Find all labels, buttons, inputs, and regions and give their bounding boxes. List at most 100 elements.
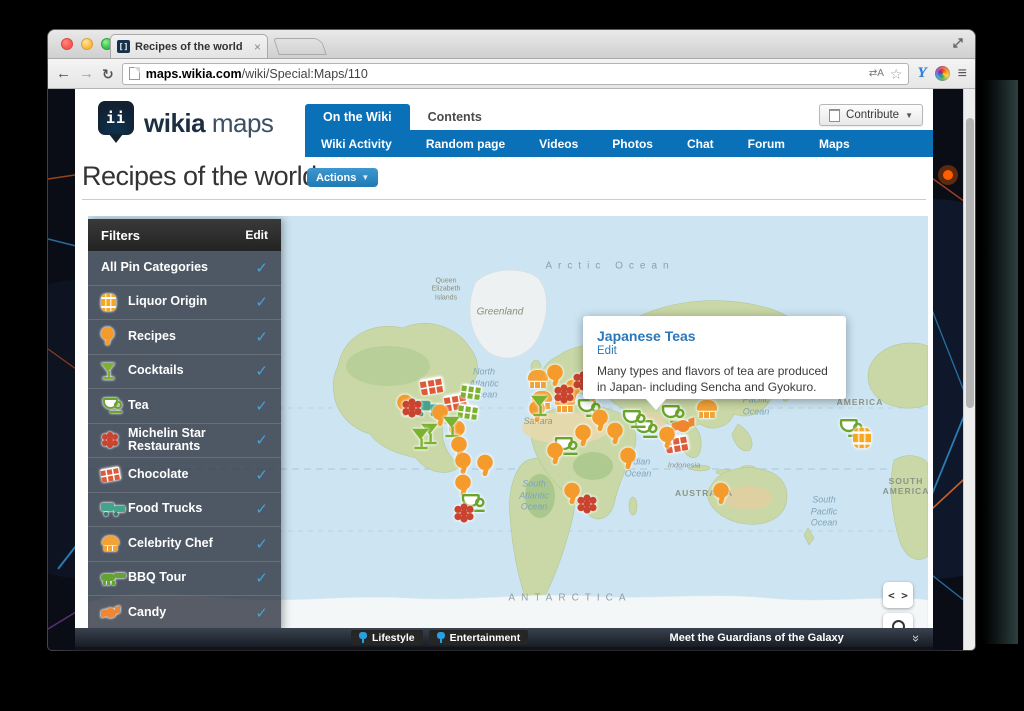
truck-icon [101, 502, 121, 516]
tea-map-pin[interactable] [620, 410, 645, 428]
filter-row-candy[interactable]: Candy✓ [88, 596, 281, 631]
pin-map-pin[interactable] [620, 448, 636, 471]
chef-map-pin[interactable] [696, 400, 719, 418]
wikia-maps-favicon-icon: [] [117, 40, 130, 53]
close-window-button[interactable] [61, 38, 73, 50]
browser-titlebar: [] Recipes of the world × [48, 30, 975, 59]
map-canvas[interactable]: Arctic OceanQueen Elizabeth IslandsGreen… [88, 216, 928, 631]
blue-pin-icon [359, 632, 367, 643]
filter-row-tea[interactable]: Tea✓ [88, 389, 281, 424]
nav-item-videos[interactable]: Videos [539, 137, 578, 151]
cocktail-icon [101, 363, 116, 380]
michelin-map-pin[interactable] [583, 500, 590, 507]
candy-map-pin[interactable] [672, 419, 695, 433]
actions-button[interactable]: Actions ▼ [307, 168, 378, 187]
pin-map-pin[interactable] [592, 410, 608, 433]
text-size-icon[interactable]: ⇄A [869, 68, 884, 79]
check-icon[interactable]: ✓ [255, 466, 268, 484]
filter-row-michelin-star-restaurants[interactable]: Michelin Star Restaurants✓ [88, 424, 281, 459]
check-icon[interactable]: ✓ [255, 328, 268, 346]
browser-menu-icon[interactable]: ≡ [958, 66, 967, 82]
browser-tab[interactable]: [] Recipes of the world × [110, 34, 268, 58]
fullscreen-expand-icon[interactable] [951, 36, 965, 50]
pin-map-pin[interactable] [575, 425, 591, 448]
filter-row-cocktails[interactable]: Cocktails✓ [88, 355, 281, 390]
filter-row-chocolate[interactable]: Chocolate✓ [88, 458, 281, 493]
double-chevron-down-icon[interactable]: » [909, 635, 924, 640]
filter-row-food-trucks[interactable]: Food Trucks✓ [88, 493, 281, 528]
check-icon[interactable]: ✓ [255, 500, 268, 518]
divider [82, 199, 926, 200]
logo-text: wikia maps [144, 108, 273, 139]
choc-icon [100, 467, 121, 483]
check-icon[interactable]: ✓ [255, 604, 268, 622]
nav-item-photos[interactable]: Photos [612, 137, 653, 151]
page-title: Recipes of the world [82, 161, 317, 192]
scrollbar[interactable] [963, 89, 975, 650]
nav-item-wiki-activity[interactable]: Wiki Activity [321, 137, 392, 151]
check-icon[interactable]: ✓ [255, 535, 268, 553]
new-tab-button[interactable] [273, 38, 327, 55]
filter-row-bbq-tour[interactable]: BBQ Tour✓ [88, 562, 281, 597]
extension-y-icon[interactable]: Y [917, 65, 926, 82]
pin-map-pin[interactable] [547, 365, 563, 388]
chevron-down-icon: ▼ [361, 173, 369, 182]
check-icon[interactable]: ✓ [255, 259, 268, 277]
pin-map-pin[interactable] [564, 483, 580, 506]
extension-colorwheel-icon[interactable] [935, 66, 950, 81]
filter-row-all-pin-categories[interactable]: All Pin Categories✓ [88, 251, 281, 286]
tea-icon [101, 398, 122, 413]
check-icon[interactable]: ✓ [255, 397, 268, 415]
wikia-maps-logo[interactable]: ii wikia maps [98, 101, 273, 145]
pin-map-pin[interactable] [455, 453, 471, 476]
tab-on-the-wiki[interactable]: On the Wiki [305, 104, 410, 131]
gchoc-map-pin[interactable] [460, 384, 481, 400]
filter-row-celebrity-chef[interactable]: Celebrity Chef✓ [88, 527, 281, 562]
filters-header: Filters Edit [88, 219, 281, 251]
popup-description: Many types and flavors of tea are produc… [597, 363, 835, 395]
embed-code-button[interactable]: < > [883, 582, 913, 608]
filters-edit-button[interactable]: Edit [245, 228, 268, 242]
nav-item-chat[interactable]: Chat [687, 137, 714, 151]
blue-pin-icon [437, 632, 445, 643]
michelin-map-pin[interactable] [460, 509, 467, 516]
back-button[interactable]: ← [56, 66, 71, 81]
check-icon[interactable]: ✓ [255, 362, 268, 380]
nav-item-forum[interactable]: Forum [748, 137, 785, 151]
bookmark-star-icon[interactable]: ☆ [890, 67, 903, 81]
nav-item-maps[interactable]: Maps [819, 137, 850, 151]
minimize-window-button[interactable] [81, 38, 93, 50]
footer-button-lifestyle[interactable]: Lifestyle [351, 630, 423, 645]
check-icon[interactable]: ✓ [255, 569, 268, 587]
promo-link[interactable]: Meet the Guardians of the Galaxy [670, 632, 844, 644]
filter-row-recipes[interactable]: Recipes✓ [88, 320, 281, 355]
tab-close-icon[interactable]: × [254, 41, 261, 53]
wiki-tabs: On the WikiContents [305, 104, 500, 131]
nav-item-random-page[interactable]: Random page [426, 137, 505, 151]
popup-edit-link[interactable]: Edit [597, 345, 832, 357]
filter-label: Tea [128, 399, 255, 413]
filter-row-liquor-origin[interactable]: Liquor Origin✓ [88, 286, 281, 321]
cocktail-map-pin[interactable] [443, 417, 461, 437]
pin-map-pin[interactable] [547, 443, 563, 466]
pin-map-pin[interactable] [659, 427, 675, 450]
cocktail-map-pin[interactable] [531, 396, 549, 416]
check-icon[interactable]: ✓ [255, 293, 268, 311]
contribute-button[interactable]: Contribute ▼ [819, 104, 923, 126]
michelin-map-pin[interactable] [408, 404, 415, 411]
cocktail-map-pin[interactable] [412, 429, 430, 449]
pin-map-pin[interactable] [713, 483, 729, 506]
reload-button[interactable]: ↻ [102, 67, 114, 81]
footer-button-entertainment[interactable]: Entertainment [429, 630, 529, 645]
forward-button[interactable]: → [79, 66, 94, 81]
barrel-map-pin[interactable] [853, 428, 871, 448]
michelin-map-pin[interactable] [560, 390, 567, 397]
tab-contents[interactable]: Contents [410, 104, 500, 131]
pin-map-pin[interactable] [477, 455, 493, 478]
chef-map-pin[interactable] [527, 370, 550, 388]
check-icon[interactable]: ✓ [255, 431, 268, 449]
scrollbar-thumb[interactable] [966, 118, 974, 408]
pin-icon [101, 327, 114, 346]
url-bar[interactable]: maps.wikia.com/wiki/Special:Maps/110 ⇄A … [122, 63, 910, 85]
cow-icon [101, 572, 121, 585]
